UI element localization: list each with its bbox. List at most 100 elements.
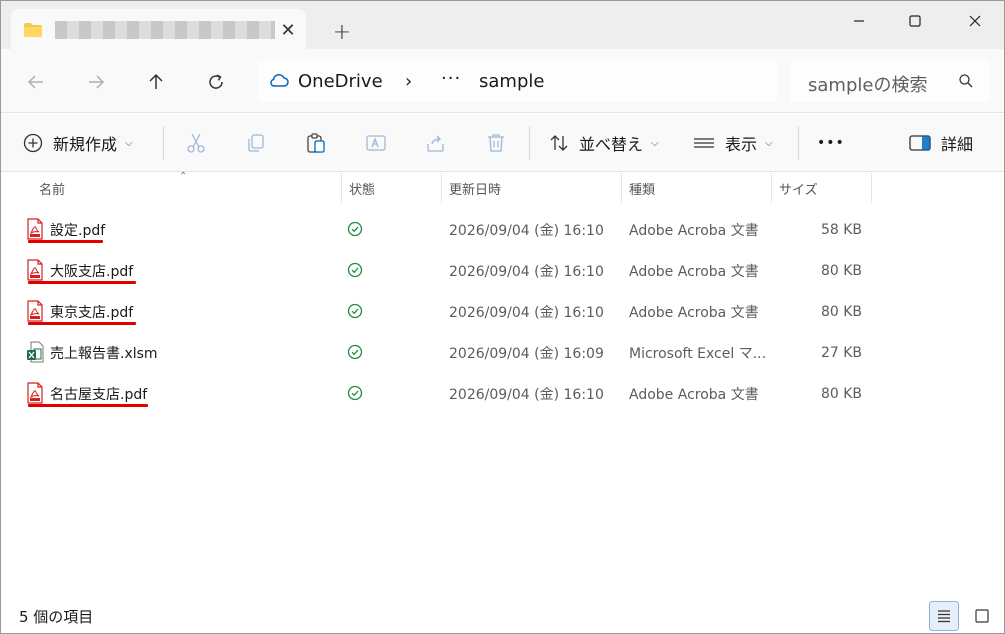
rename-icon[interactable] [365, 132, 387, 154]
excel-icon [27, 341, 44, 363]
details-pane-button[interactable]: 詳細 [909, 128, 973, 158]
arrow-left-icon [27, 75, 43, 89]
folder-tab[interactable]: ██████████████ ✕ [11, 9, 306, 49]
new-tab-button[interactable]: + [329, 19, 355, 45]
file-row[interactable]: 大阪支店.pdf 2026/09/04 (金) 16:10 Adobe Acroba… [2, 250, 1003, 291]
arrow-right-icon [89, 75, 105, 89]
divider [163, 126, 164, 160]
share-icon[interactable] [425, 132, 447, 154]
sync-ok-check-icon [347, 385, 363, 401]
column-divider[interactable] [621, 173, 622, 203]
file-row[interactable]: 名古屋支店.pdf 2026/09/04 (金) 16:10 Adobe Acrob… [2, 373, 1003, 414]
view-label: 表示 [725, 135, 758, 154]
file-size: 80 KB [820, 262, 862, 279]
up-button[interactable] [143, 69, 169, 95]
details-label: 詳細 [941, 135, 974, 154]
onedrive-cloud-icon [270, 73, 289, 87]
file-modified: 2026/09/04 (金) 16:10 [449, 222, 604, 239]
file-name[interactable]: 名古屋支店.pdf [50, 373, 147, 414]
sync-ok-check-icon [347, 344, 363, 360]
sync-ok-check-icon [347, 303, 363, 319]
details-view-icon [938, 610, 950, 623]
close-window-button[interactable] [946, 1, 1004, 41]
minimize-button[interactable] [830, 1, 888, 41]
file-row[interactable]: 売上報告書.xlsm 2026/09/04 (金) 16:09 Microsoft … [2, 332, 1003, 373]
tab-close-button[interactable]: ✕ [277, 19, 299, 41]
file-size: 58 KB [820, 221, 862, 238]
sort-button[interactable]: 並べ替え ⌵ [549, 128, 659, 158]
file-row[interactable]: 東京支店.pdf 2026/09/04 (金) 16:10 Adobe Acroba… [2, 291, 1003, 332]
search-box[interactable]: sampleの検索 [790, 60, 990, 102]
view-button[interactable]: 表示 ⌵ [693, 128, 773, 158]
file-modified: 2026/09/04 (金) 16:10 [449, 304, 604, 321]
copy-icon[interactable] [245, 132, 267, 154]
red-underline-annotation [28, 281, 136, 284]
search-placeholder: sampleの検索 [808, 75, 928, 96]
new-button[interactable]: 新規作成 ⌵ [23, 128, 133, 158]
file-name[interactable]: 設定.pdf [50, 209, 105, 250]
title-bar: ██████████████ ✕ + [1, 1, 1004, 49]
divider [798, 126, 799, 160]
maximize-icon [909, 15, 921, 27]
column-divider[interactable] [341, 173, 342, 203]
sync-ok-check-icon [347, 262, 363, 278]
column-header-type[interactable]: 種類 [629, 173, 655, 203]
column-header-status[interactable]: 状態 [349, 173, 375, 203]
folder-icon [24, 23, 42, 37]
tab-title-redacted: ██████████████ [55, 21, 275, 39]
file-name[interactable]: 売上報告書.xlsm [50, 332, 158, 373]
red-underline-annotation [28, 404, 148, 407]
pdf-icon [27, 300, 43, 322]
details-view-button[interactable] [929, 601, 959, 631]
minimize-icon [854, 20, 864, 22]
forward-button[interactable] [83, 69, 109, 95]
column-divider[interactable] [771, 173, 772, 203]
plus-circle-icon [23, 133, 43, 153]
navigation-bar: OneDrive › ··· sample sampleの検索 [1, 49, 1004, 113]
pdf-icon [27, 259, 43, 281]
file-modified: 2026/09/04 (金) 16:09 [449, 345, 604, 362]
cut-icon[interactable] [185, 132, 207, 154]
more-options-button[interactable]: ••• [817, 128, 845, 158]
file-type: Adobe Acroba 文書 [629, 222, 759, 239]
chevron-down-icon: ⌵ [125, 137, 133, 149]
file-type: Adobe Acroba 文書 [629, 304, 759, 321]
paste-icon[interactable] [305, 132, 327, 154]
column-header-size[interactable]: サイズ [779, 173, 818, 203]
column-header-name[interactable]: 名前 [39, 173, 65, 203]
file-modified: 2026/09/04 (金) 16:10 [449, 386, 604, 403]
maximize-button[interactable] [886, 1, 944, 41]
refresh-button[interactable] [203, 69, 229, 95]
file-name[interactable]: 大阪支店.pdf [50, 250, 133, 291]
column-divider[interactable] [871, 173, 872, 203]
back-button[interactable] [23, 69, 49, 95]
sort-label: 並べ替え [579, 135, 644, 154]
file-name[interactable]: 東京支店.pdf [50, 291, 133, 332]
column-header-modified[interactable]: 更新日時 [449, 173, 501, 203]
sort-ascending-icon: ⌃ [179, 171, 188, 182]
tiles-view-button[interactable] [967, 601, 997, 631]
file-size: 80 KB [820, 385, 862, 402]
breadcrumb-more-button[interactable]: ··· [441, 68, 461, 89]
file-type: Microsoft Excel マ... [629, 345, 767, 362]
file-type: Adobe Acroba 文書 [629, 386, 759, 403]
search-icon[interactable] [958, 73, 974, 89]
address-bar[interactable]: OneDrive › ··· sample [257, 60, 777, 102]
chevron-down-icon: ⌵ [651, 137, 659, 149]
view-lines-icon [694, 138, 714, 148]
column-divider[interactable] [441, 173, 442, 203]
sort-arrows-icon [550, 135, 568, 151]
breadcrumb-onedrive[interactable]: OneDrive [298, 71, 383, 92]
close-icon [969, 15, 981, 27]
refresh-icon [209, 74, 223, 89]
file-row[interactable]: 設定.pdf 2026/09/04 (金) 16:10 Adobe Acroba 文… [2, 209, 1003, 250]
breadcrumb-sample[interactable]: sample [479, 71, 544, 92]
divider [529, 126, 530, 160]
file-type: Adobe Acroba 文書 [629, 263, 759, 280]
red-underline-annotation [28, 322, 136, 325]
tiles-view-icon [975, 609, 989, 623]
breadcrumb-chevron-icon[interactable]: › [405, 71, 412, 92]
trash-icon[interactable] [485, 132, 507, 154]
file-size: 80 KB [820, 303, 862, 320]
file-size: 27 KB [820, 344, 862, 361]
